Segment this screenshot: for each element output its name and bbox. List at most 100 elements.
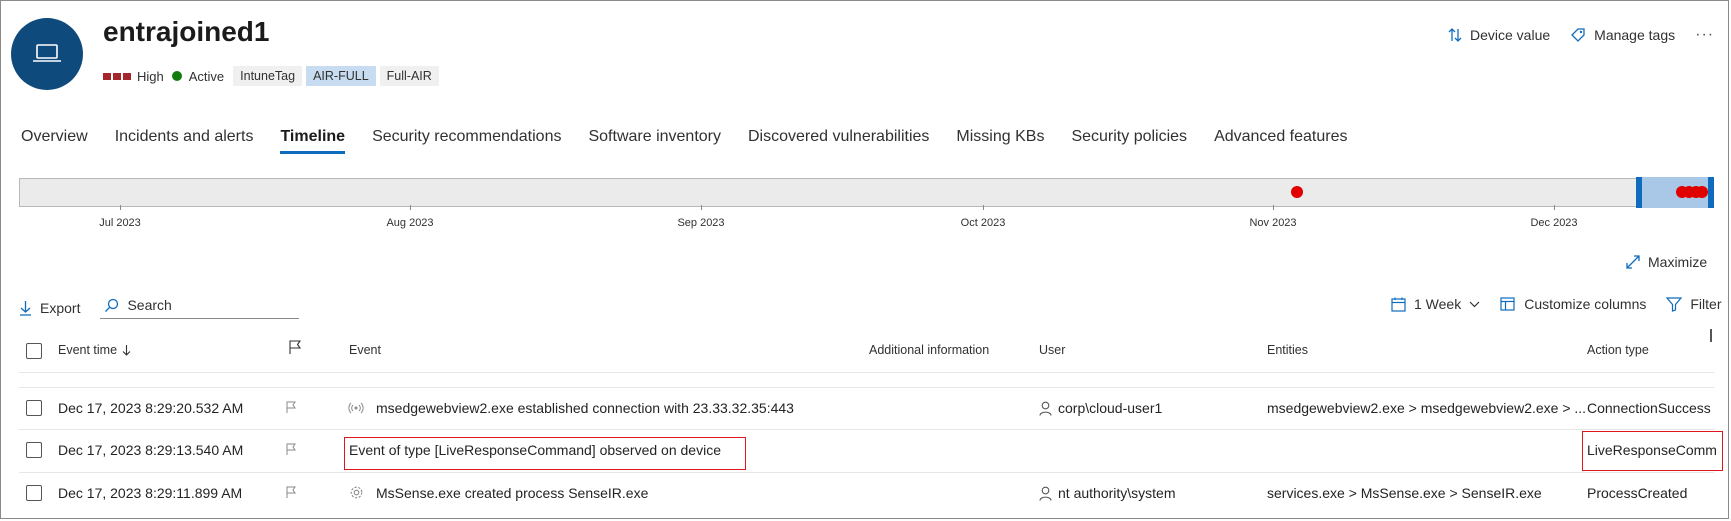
- entities-cell[interactable]: services.exe > MsSense.exe > SenseIR.exe: [1267, 485, 1542, 501]
- status-dot-icon: [171, 71, 182, 81]
- column-event[interactable]: Event: [349, 343, 381, 357]
- device-value-button[interactable]: Device value: [1448, 27, 1550, 43]
- device-name: entrajoined1: [103, 16, 270, 47]
- filter-icon: [1666, 296, 1683, 312]
- expand-icon: [1626, 255, 1640, 269]
- device-avatar: [11, 18, 83, 90]
- timeline-month-label: Aug 2023: [386, 217, 434, 229]
- row-flag[interactable]: [285, 486, 297, 502]
- user-name: nt authority\system: [1058, 485, 1176, 501]
- export-button[interactable]: Export: [19, 300, 80, 316]
- filter-button[interactable]: Filter: [1666, 296, 1722, 312]
- event-time: Dec 17, 2023 8:29:11.899 AM: [58, 485, 243, 501]
- event-time: Dec 17, 2023 8:29:13.540 AM: [58, 442, 244, 458]
- timeline-month-label: Dec 2023: [1530, 217, 1578, 229]
- filter-label: Filter: [1690, 296, 1722, 312]
- column-additional-information[interactable]: Additional information: [869, 343, 989, 357]
- timeline-event-dot[interactable]: [1696, 186, 1708, 198]
- column-entities[interactable]: Entities: [1267, 343, 1308, 357]
- timeline-month-label: Nov 2023: [1249, 217, 1297, 229]
- row-flag[interactable]: [285, 401, 297, 417]
- event-description[interactable]: MsSense.exe created process SenseIR.exe: [376, 485, 648, 501]
- tab-overview[interactable]: Overview: [21, 128, 88, 154]
- action-type: ConnectionSuccess: [1587, 400, 1711, 416]
- column-action-type[interactable]: Action type: [1587, 343, 1649, 357]
- event-description[interactable]: msedgewebview2.exe established connectio…: [376, 400, 794, 416]
- timeline-tick: [983, 205, 984, 210]
- time-range-dropdown[interactable]: 1 Week: [1391, 296, 1480, 312]
- timeline-tick: [701, 205, 702, 210]
- action-type: ProcessCreated: [1587, 485, 1688, 501]
- manage-tags-label: Manage tags: [1594, 27, 1676, 43]
- tab-software-inventory[interactable]: Software inventory: [588, 128, 721, 154]
- column-user[interactable]: User: [1039, 343, 1065, 357]
- device-status: Active: [188, 68, 225, 84]
- table-row[interactable]: Dec 17, 2023 8:29:20.532 AM msedgewebvie…: [0, 397, 1731, 421]
- manage-tags-button[interactable]: Manage tags: [1570, 27, 1675, 43]
- tab-timeline[interactable]: Timeline: [280, 128, 345, 154]
- maximize-button[interactable]: Maximize: [1626, 254, 1707, 270]
- column-event-time[interactable]: Event time: [58, 343, 131, 357]
- row-checkbox[interactable]: [26, 442, 42, 458]
- tab-missing-kbs[interactable]: Missing KBs: [956, 128, 1044, 154]
- user-icon: [1039, 401, 1052, 416]
- laptop-icon: [33, 44, 61, 62]
- customize-columns-button[interactable]: Customize columns: [1500, 296, 1646, 312]
- customize-columns-label: Customize columns: [1524, 296, 1647, 312]
- table-header-row: Event time Event Additional information …: [0, 340, 1731, 364]
- device-meta: High Active IntuneTag AIR-FULL Full-AIR: [103, 66, 439, 86]
- tag-full-air[interactable]: Full-AIR: [379, 66, 439, 86]
- tab-incidents-and-alerts[interactable]: Incidents and alerts: [115, 128, 254, 154]
- columns-icon: [1500, 296, 1515, 311]
- timeline-track[interactable]: [19, 178, 1714, 207]
- column-event-time-label: Event time: [58, 343, 118, 357]
- risk-level: High: [137, 68, 164, 84]
- search-input[interactable]: Search: [100, 297, 300, 319]
- timeline-event-dot[interactable]: [1291, 186, 1303, 198]
- toolbar-right: 1 Week Customize columns Filter: [1371, 296, 1722, 312]
- column-flag[interactable]: [288, 340, 302, 358]
- tag-air-full[interactable]: AIR-FULL: [306, 66, 376, 86]
- select-all-checkbox[interactable]: [26, 343, 42, 359]
- row-divider: [19, 429, 1714, 430]
- flag-icon: [289, 340, 302, 354]
- row-checkbox[interactable]: [26, 400, 42, 416]
- row-checkbox[interactable]: [26, 485, 42, 501]
- header-actions: Device value Manage tags ···: [1448, 26, 1714, 44]
- tab-bar: Overview Incidents and alerts Timeline S…: [21, 128, 1374, 154]
- tab-discovered-vulnerabilities[interactable]: Discovered vulnerabilities: [748, 128, 929, 154]
- maximize-label: Maximize: [1648, 254, 1708, 270]
- calendar-icon: [1391, 297, 1406, 312]
- event-time: Dec 17, 2023 8:29:20.532 AM: [58, 400, 244, 416]
- export-label: Export: [40, 300, 81, 316]
- timeline-month-label: Sep 2023: [677, 217, 725, 229]
- timeline-tick: [1554, 205, 1555, 210]
- row-divider: [19, 472, 1714, 473]
- tab-security-recommendations[interactable]: Security recommendations: [372, 128, 561, 154]
- tab-security-policies[interactable]: Security policies: [1071, 128, 1187, 154]
- flag-icon: [286, 443, 296, 455]
- sort-down-icon: [122, 345, 131, 356]
- timeline-tick: [120, 205, 121, 210]
- device-value-label: Device value: [1470, 27, 1551, 43]
- user-cell[interactable]: nt authority\system: [1039, 485, 1176, 501]
- more-options-button[interactable]: ···: [1695, 26, 1714, 44]
- user-cell[interactable]: corp\cloud-user1: [1039, 400, 1162, 416]
- tag-icon: [1571, 28, 1585, 42]
- tag-intunetag[interactable]: IntuneTag: [233, 66, 303, 86]
- flag-icon: [286, 486, 296, 498]
- header-divider: [19, 372, 1714, 373]
- row-flag[interactable]: [285, 443, 297, 459]
- user-name: corp\cloud-user1: [1058, 400, 1163, 416]
- timeline-month-label: Jul 2023: [99, 217, 141, 229]
- gear-icon: [349, 485, 364, 503]
- user-icon: [1039, 486, 1052, 501]
- timeline-tick: [1273, 205, 1274, 210]
- table-row[interactable]: Dec 17, 2023 8:29:11.899 AM MsSense.exe …: [0, 482, 1731, 506]
- chevron-down-icon: [1469, 301, 1480, 307]
- entities-cell[interactable]: msedgewebview2.exe > msedgewebview2.exe …: [1267, 400, 1586, 416]
- search-placeholder: Search: [127, 297, 172, 313]
- table-row[interactable]: Dec 17, 2023 8:29:13.540 AM Event of typ…: [0, 439, 1731, 463]
- download-icon: [20, 301, 31, 316]
- tab-advanced-features[interactable]: Advanced features: [1214, 128, 1347, 154]
